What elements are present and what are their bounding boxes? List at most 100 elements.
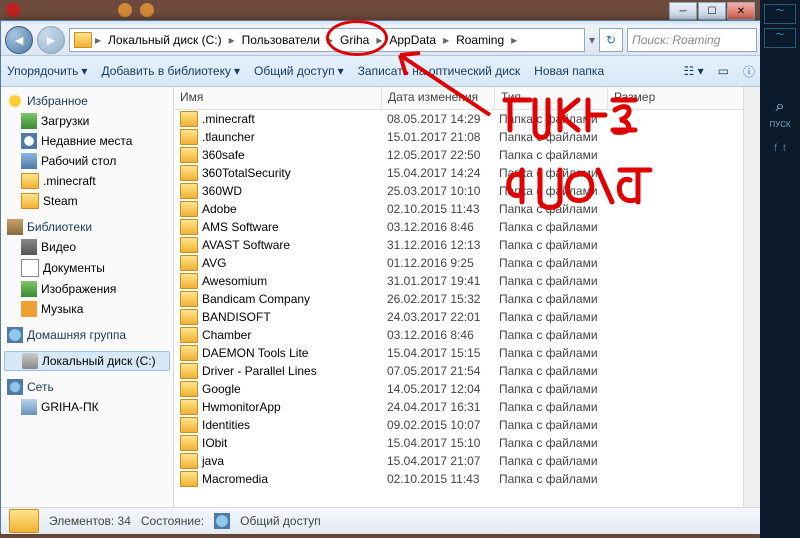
sidebar-item-downloads[interactable]: Загрузки [1,111,173,131]
status-bar: Элементов: 34 Состояние: Общий доступ [1,507,761,534]
sidebar-item-drive-c[interactable]: Локальный диск (C:) [4,351,170,371]
sidebar-item-minecraft[interactable]: .minecraft [1,171,173,191]
file-row[interactable]: .minecraft08.05.2017 14:29Папка с файлам… [174,110,743,128]
file-type: Папка с файлами [493,166,605,180]
file-row[interactable]: Chamber03.12.2016 8:46Папка с файлами [174,326,743,344]
close-button[interactable]: ✕ [727,2,755,20]
file-name: java [202,454,224,468]
view-button[interactable]: ☷ ▾ [684,64,704,78]
file-row[interactable]: DAEMON Tools Lite15.04.2017 15:15Папка с… [174,344,743,362]
file-row[interactable]: Google14.05.2017 12:04Папка с файлами [174,380,743,398]
file-name: Chamber [202,328,251,342]
sidebar-favorites[interactable]: Избранное [1,91,173,111]
file-row[interactable]: java15.04.2017 21:07Папка с файлами [174,452,743,470]
twitter-icon[interactable]: t [783,143,786,154]
folder-icon [180,399,198,415]
col-type[interactable]: Тип [495,87,608,109]
file-date: 31.01.2017 19:41 [381,274,493,288]
column-headers[interactable]: Имя Дата изменения Тип Размер [174,87,743,110]
file-list[interactable]: .minecraft08.05.2017 14:29Папка с файлам… [174,110,743,507]
file-row[interactable]: AVAST Software31.12.2016 12:13Папка с фа… [174,236,743,254]
add-to-library-button[interactable]: Добавить в библиотеку ▾ [101,64,240,78]
sidebar-item-video[interactable]: Видео [1,237,173,257]
organize-button[interactable]: Упорядочить ▾ [7,64,87,78]
file-name: Adobe [202,202,237,216]
file-row[interactable]: 360WD25.03.2017 10:10Папка с файлами [174,182,743,200]
sidebar-item-desktop[interactable]: Рабочий стол [1,151,173,171]
file-type: Папка с файлами [493,454,605,468]
file-row[interactable]: Driver - Parallel Lines07.05.2017 21:54П… [174,362,743,380]
scrollbar[interactable] [743,87,761,507]
maximize-button[interactable]: ☐ [698,2,726,20]
col-name[interactable]: Имя [174,87,382,109]
sidebar-item-music[interactable]: Музыка [1,299,173,319]
file-name: Identities [202,418,250,432]
address-bar[interactable]: ▸ Локальный диск (C:)▸ Пользователи▸ Gri… [69,28,585,52]
file-name: AVG [202,256,226,270]
file-row[interactable]: Adobe02.10.2015 11:43Папка с файлами [174,200,743,218]
folder-icon [21,173,39,189]
file-type: Папка с файлами [493,364,605,378]
file-row[interactable]: AVG01.12.2016 9:25Папка с файлами [174,254,743,272]
file-row[interactable]: Identities09.02.2015 10:07Папка с файлам… [174,416,743,434]
folder-icon [180,273,198,289]
music-icon [21,301,37,317]
sidebar-item-steam[interactable]: Steam [1,191,173,211]
file-row[interactable]: Macromedia02.10.2015 11:43Папка с файлам… [174,470,743,488]
sidebar-item-recent[interactable]: Недавние места [1,131,173,151]
file-row[interactable]: 360safe12.05.2017 22:50Папка с файлами [174,146,743,164]
search-icon[interactable]: ⌕ [776,98,785,116]
sidebar-item-documents[interactable]: Документы [1,257,173,279]
sidebar-homegroup[interactable]: Домашняя группа [1,325,173,345]
file-row[interactable]: Bandicam Company26.02.2017 15:32Папка с … [174,290,743,308]
back-button[interactable]: ◄ [5,26,33,54]
crumb-appdata[interactable]: AppData [385,33,440,47]
help-button[interactable]: ⓘ [743,63,755,80]
folder-icon [180,381,198,397]
share-button[interactable]: Общий доступ ▾ [254,64,344,78]
sidebar-item-pictures[interactable]: Изображения [1,279,173,299]
file-row[interactable]: .tlauncher15.01.2017 21:08Папка с файлам… [174,128,743,146]
sidebar-item-pc[interactable]: GRIHA-ПК [1,397,173,417]
file-date: 31.12.2016 12:13 [381,238,493,252]
recent-icon [21,133,37,149]
new-folder-button[interactable]: Новая папка [534,64,604,78]
refresh-button[interactable]: ↻ [599,28,623,52]
search-input[interactable]: Поиск: Roaming [627,28,757,52]
file-row[interactable]: IObit15.04.2017 15:10Папка с файлами [174,434,743,452]
crumb[interactable]: Пользователи [238,33,324,47]
file-row[interactable]: Awesomium31.01.2017 19:41Папка с файлами [174,272,743,290]
sidebar-network[interactable]: Сеть [1,377,173,397]
crumb[interactable]: Griha [336,33,373,47]
col-date[interactable]: Дата изменения [382,87,495,109]
file-date: 08.05.2017 14:29 [381,112,493,126]
file-name: Google [202,382,241,396]
file-row[interactable]: HwmonitorApp24.04.2017 16:31Папка с файл… [174,398,743,416]
folder-icon [180,435,198,451]
file-row[interactable]: BANDISOFT24.03.2017 22:01Папка с файлами [174,308,743,326]
crumb-roaming[interactable]: Roaming [452,33,508,47]
forward-button[interactable]: ► [37,26,65,54]
preview-pane-button[interactable]: ▭ [718,64,729,78]
picture-icon [21,281,37,297]
file-date: 25.03.2017 10:10 [381,184,493,198]
folder-icon [180,327,198,343]
col-size[interactable]: Размер [608,87,680,109]
file-name: 360TotalSecurity [202,166,291,180]
facebook-icon[interactable]: f [774,143,777,154]
file-type: Папка с файлами [493,238,605,252]
file-row[interactable]: 360TotalSecurity15.04.2017 14:24Папка с … [174,164,743,182]
file-type: Папка с файлами [493,220,605,234]
minimize-button[interactable]: ─ [669,2,697,20]
file-date: 15.04.2017 15:10 [381,436,493,450]
burn-button[interactable]: Записать на оптический диск [358,64,521,78]
graph-widget[interactable]: 〜 [764,28,796,48]
folder-icon [180,183,198,199]
file-row[interactable]: AMS Software03.12.2016 8:46Папка с файла… [174,218,743,236]
file-name: Driver - Parallel Lines [202,364,317,378]
sidebar-libraries[interactable]: Библиотеки [1,217,173,237]
folder-icon [180,201,198,217]
network-icon [7,379,23,395]
crumb[interactable]: Локальный диск (C:) [104,33,226,47]
graph-widget[interactable]: 〜 [764,4,796,24]
